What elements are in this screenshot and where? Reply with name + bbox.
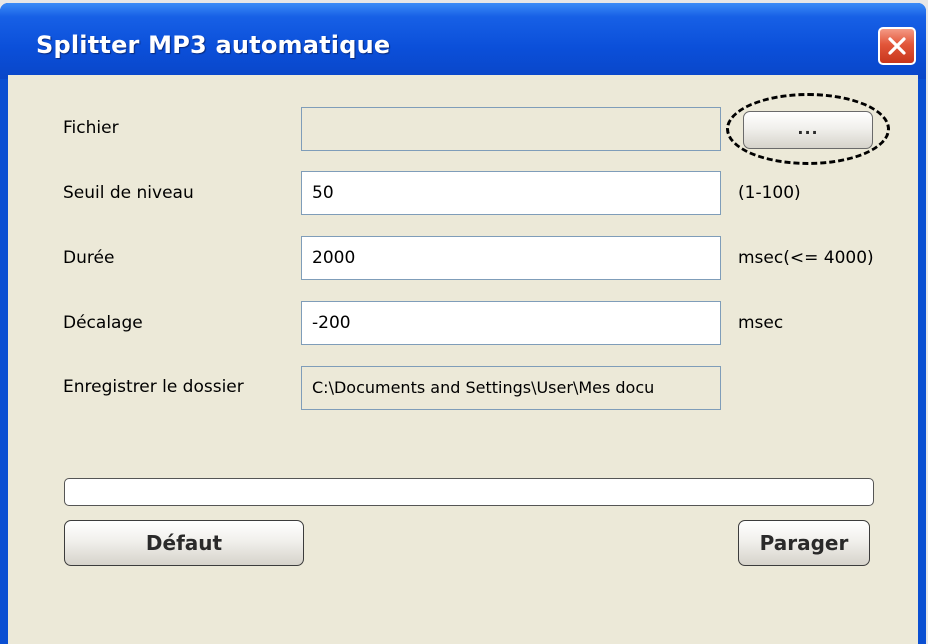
- threshold-range-hint: (1-100): [738, 183, 801, 203]
- title-bar[interactable]: Splitter MP3 automatique: [0, 3, 926, 79]
- save-folder-field[interactable]: C:\Documents and Settings\User\Mes docu: [301, 366, 721, 410]
- browse-button[interactable]: ...: [743, 111, 873, 149]
- duration-label: Durée: [63, 248, 115, 268]
- split-button[interactable]: Parager: [738, 520, 870, 566]
- duration-unit-hint: msec(<= 4000): [738, 248, 874, 268]
- file-label: Fichier: [63, 118, 119, 138]
- default-button[interactable]: Défaut: [64, 520, 304, 566]
- offset-unit-hint: msec: [738, 313, 784, 333]
- close-icon: [888, 37, 906, 55]
- save-folder-label: Enregistrer le dossier: [63, 377, 244, 397]
- file-field[interactable]: [301, 107, 721, 151]
- close-button[interactable]: [878, 27, 916, 65]
- threshold-label: Seuil de niveau: [63, 183, 194, 203]
- progress-bar: [64, 478, 874, 506]
- offset-input[interactable]: -200: [301, 301, 721, 345]
- threshold-input[interactable]: 50: [301, 171, 721, 215]
- duration-input[interactable]: 2000: [301, 236, 721, 280]
- window-title: Splitter MP3 automatique: [36, 31, 391, 59]
- offset-label: Décalage: [63, 313, 143, 333]
